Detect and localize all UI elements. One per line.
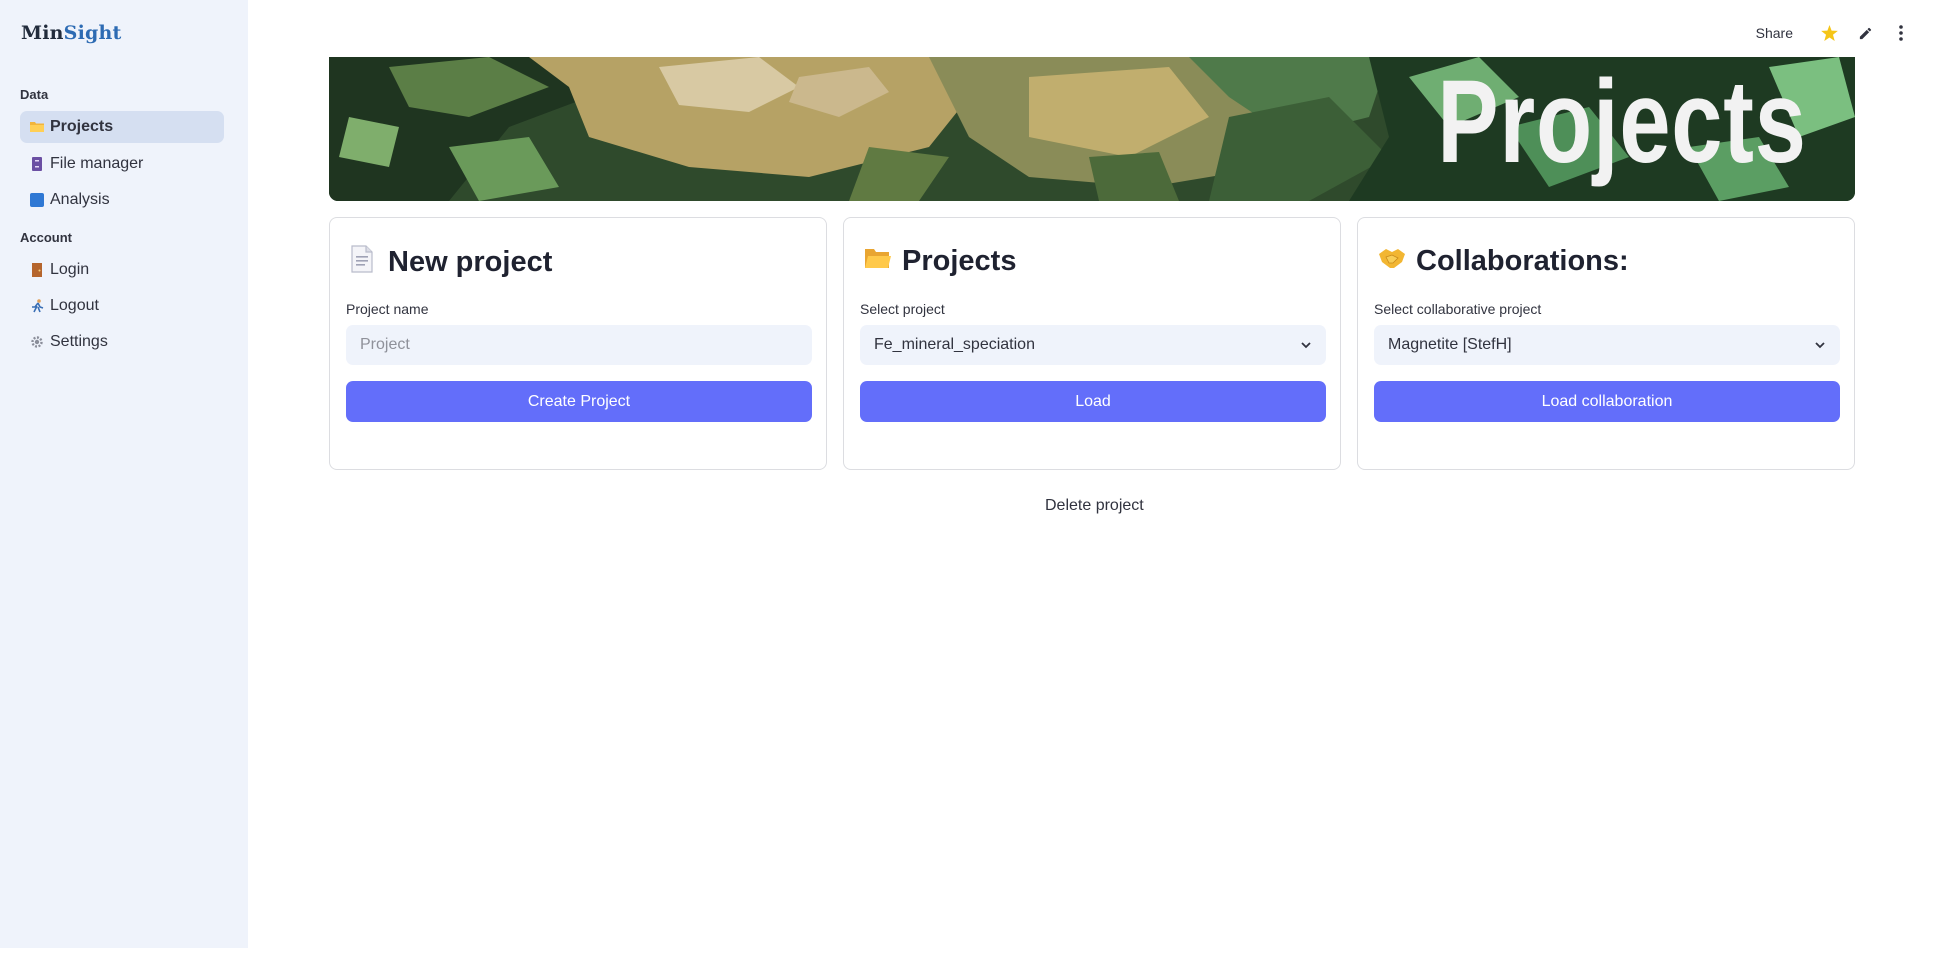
sidebar-item-analysis[interactable]: Analysis — [20, 184, 224, 216]
file-cabinet-icon — [30, 157, 44, 171]
sidebar-item-label: Login — [50, 261, 90, 278]
sidebar-item-label: Settings — [50, 333, 108, 350]
projects-banner: Projects — [329, 57, 1855, 201]
chevron-down-icon — [1300, 338, 1312, 356]
selected-project-value: Fe_mineral_speciation — [874, 336, 1035, 353]
sidebar-item-logout[interactable]: Logout — [20, 290, 224, 322]
gear-icon — [30, 335, 44, 349]
collaborations-card: Collaborations: Select collaborative pro… — [1357, 217, 1855, 470]
sidebar-item-login[interactable]: Login — [20, 254, 224, 286]
more-vertical-icon[interactable] — [1883, 20, 1919, 46]
select-project-dropdown[interactable]: Fe_mineral_speciation — [860, 325, 1326, 365]
project-name-field-container — [346, 325, 812, 365]
sidebar-item-label: Analysis — [50, 191, 110, 208]
collaborations-heading: Collaborations: — [1378, 245, 1629, 278]
sidebar-item-file-manager[interactable]: File manager — [20, 148, 224, 180]
card-title: Projects — [902, 245, 1017, 277]
project-name-label: Project name — [346, 301, 429, 317]
load-button[interactable]: Load — [860, 381, 1326, 422]
projects-heading: Projects — [864, 245, 1016, 278]
handshake-icon — [1378, 246, 1408, 277]
door-icon — [30, 263, 44, 277]
share-button[interactable]: Share — [1756, 25, 1793, 41]
card-title: New project — [388, 246, 553, 278]
select-project-label: Select project — [860, 301, 945, 317]
runner-icon — [30, 299, 44, 313]
folder-icon — [30, 120, 44, 134]
sidebar-item-label: Logout — [50, 297, 99, 314]
selected-collaboration-value: Magnetite [StefH] — [1388, 336, 1512, 353]
delete-project-button[interactable]: Delete project — [1045, 497, 1144, 515]
create-project-button[interactable]: Create Project — [346, 381, 812, 422]
blue-square-icon — [30, 193, 44, 207]
card-title: Collaborations: — [1416, 245, 1629, 277]
logo-text-min: Min — [21, 22, 64, 44]
select-collaboration-dropdown[interactable]: Magnetite [StefH] — [1374, 325, 1840, 365]
nav-section-account: Account — [20, 230, 72, 245]
new-project-heading: New project — [350, 245, 552, 280]
select-collaborative-project-label: Select collaborative project — [1374, 301, 1542, 317]
logo-text-sight: Sight — [63, 22, 122, 44]
edit-icon[interactable] — [1847, 20, 1883, 46]
nav-section-data: Data — [20, 87, 49, 102]
load-collaboration-button[interactable]: Load collaboration — [1374, 381, 1840, 422]
sidebar-item-label: File manager — [50, 155, 144, 172]
project-name-input[interactable] — [360, 336, 798, 354]
open-folder-icon — [864, 246, 894, 277]
page-icon — [350, 245, 380, 280]
star-icon[interactable] — [1811, 20, 1847, 46]
new-project-card: New project Project name Create Project — [329, 217, 827, 470]
top-toolbar: Share — [1756, 20, 1919, 46]
sidebar-item-projects[interactable]: Projects — [20, 111, 224, 143]
chevron-down-icon — [1814, 338, 1826, 356]
app-logo[interactable]: MinSight — [21, 22, 122, 44]
sidebar: MinSight Data Projects File manager Anal… — [0, 0, 248, 948]
projects-card: Projects Select project Fe_mineral_speci… — [843, 217, 1341, 470]
sidebar-item-label: Projects — [50, 118, 114, 135]
banner-title: Projects — [1437, 57, 1807, 188]
sidebar-item-settings[interactable]: Settings — [20, 326, 224, 358]
